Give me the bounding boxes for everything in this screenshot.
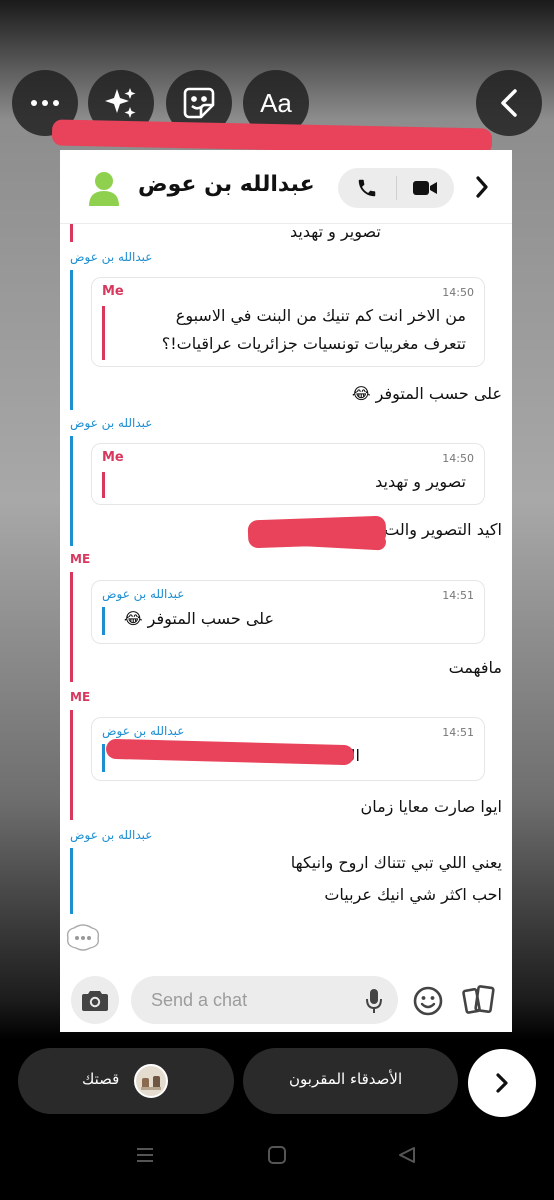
chat-input[interactable]: Send a chat	[131, 976, 398, 1024]
sender-bar	[70, 710, 73, 820]
sender-bar	[70, 572, 73, 682]
sparkle-icon	[105, 88, 136, 118]
quote-line: من الاخر انت كم تنيك من البنت في الاسبوع	[175, 306, 466, 325]
my-story-button[interactable]: قصتك	[18, 1048, 234, 1114]
quote-sender: عبدالله بن عوض	[102, 587, 185, 601]
redaction-mark	[105, 738, 355, 766]
quote-time: 14:50	[442, 286, 474, 299]
sender-name: ME	[70, 690, 91, 704]
more-icon	[31, 100, 59, 106]
contact-name[interactable]: عبدالله بن عوض	[138, 172, 315, 197]
quote-time: 14:51	[442, 589, 474, 602]
smiley-icon[interactable]	[413, 986, 443, 1016]
back-button[interactable]	[476, 70, 542, 136]
quoted-message[interactable]: عبدالله بن عوض 14:51 على حسب المتوفر 😂	[91, 580, 485, 644]
quote-bar	[102, 607, 105, 635]
message-text: على حسب المتوفر 😂	[351, 384, 502, 403]
chat-header: عبدالله بن عوض	[60, 150, 512, 224]
message-text: يعني اللي تبي تتناك اروح وانيكها	[290, 853, 502, 872]
chevron-right-icon	[496, 1073, 508, 1093]
story-avatar-icon	[134, 1064, 168, 1098]
voice-call-button[interactable]	[338, 168, 396, 208]
sender-name: ME	[70, 552, 91, 566]
quote-line: تصوير و تهديد	[375, 472, 466, 491]
close-friends-button[interactable]: الأصدقاء المقربون	[243, 1048, 458, 1114]
quote-bar	[102, 306, 105, 360]
sticker-icon	[183, 87, 215, 119]
quote-time: 14:51	[442, 726, 474, 739]
message-text: اكيد التصوير والت	[384, 520, 502, 539]
sender-bar	[70, 224, 73, 242]
chat-input-bar: Send a chat	[60, 962, 512, 1032]
partial-message-text: تصوير و تهديد	[290, 222, 381, 241]
typing-bubble-icon	[66, 924, 100, 951]
video-call-button[interactable]	[397, 168, 455, 208]
chevron-left-icon	[501, 89, 517, 117]
message-text: ايوا صارت معايا زمان	[360, 797, 502, 816]
quote-time: 14:50	[442, 452, 474, 465]
sender-name: عبدالله بن عوض	[70, 250, 153, 264]
chat-screenshot-card: عبدالله بن عوض تصوير و تهديد عبدالله بن …	[60, 150, 512, 1032]
microphone-icon[interactable]	[366, 988, 382, 1014]
camera-icon	[82, 991, 108, 1011]
send-button[interactable]	[468, 1049, 536, 1117]
chevron-right-icon[interactable]	[474, 174, 490, 200]
message-text: مافهمت	[448, 658, 502, 677]
quote-bar	[102, 744, 105, 772]
quoted-message[interactable]: Me 14:50 من الاخر انت كم تنيك من البنت ف…	[91, 277, 485, 367]
recent-apps-icon[interactable]	[134, 1145, 156, 1165]
chat-input-placeholder: Send a chat	[151, 990, 248, 1010]
sender-bar	[70, 270, 73, 410]
sender-name: عبدالله بن عوض	[70, 416, 153, 430]
quoted-message[interactable]: Me 14:50 تصوير و تهديد	[91, 443, 485, 505]
quote-sender: عبدالله بن عوض	[102, 724, 185, 738]
sender-bar	[70, 436, 73, 546]
quote-line: تتعرف مغربيات تونسيات جزائريات عراقيات!؟	[161, 334, 466, 353]
my-story-label: قصتك	[82, 1070, 120, 1088]
sender-name: عبدالله بن عوض	[70, 828, 153, 842]
camera-button[interactable]	[71, 976, 119, 1024]
call-controls	[338, 168, 454, 208]
cards-icon[interactable]	[462, 984, 496, 1016]
quote-line: على حسب المتوفر 😂	[123, 609, 274, 628]
quote-sender: Me	[102, 450, 124, 465]
close-friends-label: الأصدقاء المقربون	[289, 1070, 403, 1088]
home-icon[interactable]	[266, 1145, 288, 1165]
message-text: احب اكثر شي انيك عربيات	[324, 885, 502, 904]
video-camera-icon	[413, 181, 438, 195]
sender-bar	[70, 848, 73, 914]
text-tool-label: Aa	[260, 87, 292, 118]
avatar-icon	[89, 172, 119, 206]
quote-sender: Me	[102, 284, 124, 299]
quote-bar	[102, 472, 105, 498]
back-nav-icon[interactable]	[396, 1145, 418, 1165]
phone-icon	[358, 179, 375, 197]
quoted-message[interactable]: عبدالله بن عوض 14:51 اك	[91, 717, 485, 781]
